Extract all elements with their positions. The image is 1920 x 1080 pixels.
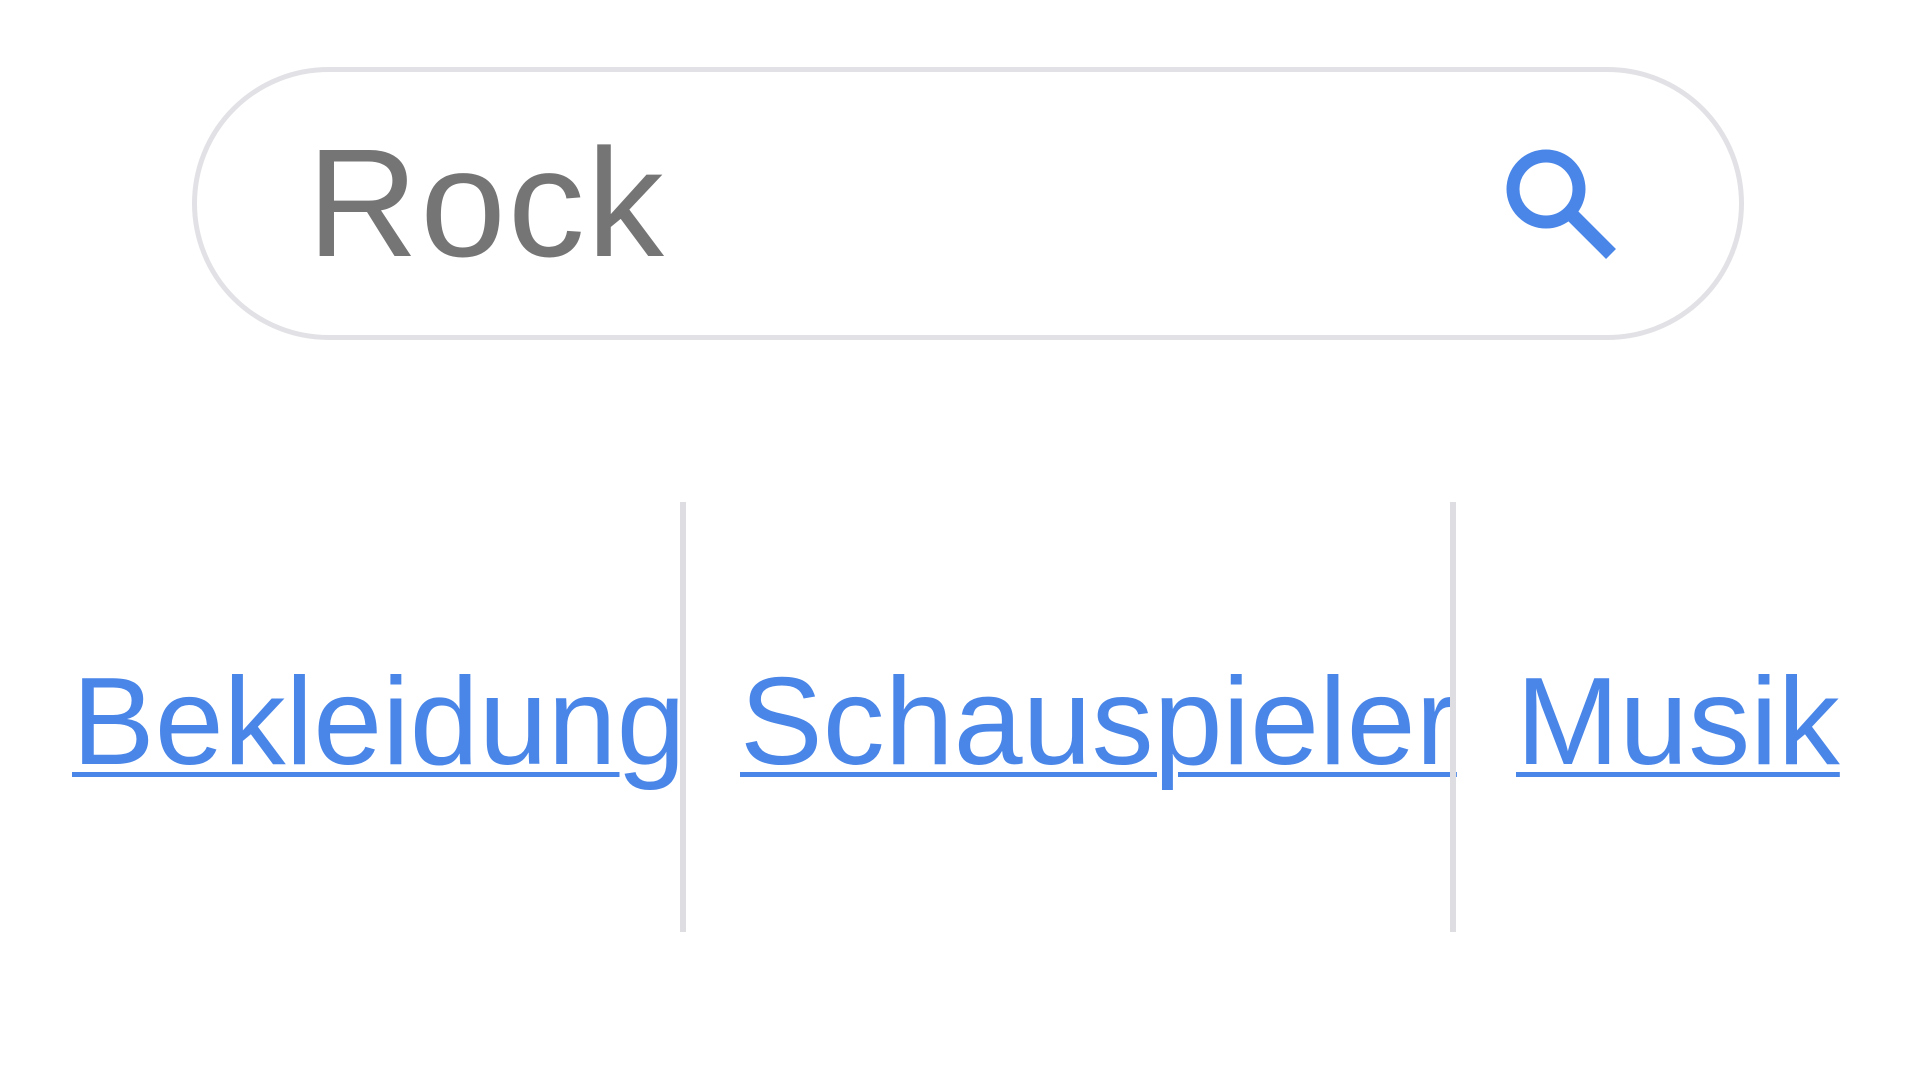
search-input[interactable] [307,72,1457,335]
suggestion-link-musik[interactable]: Musik [1516,642,1840,802]
suggestion-bar: Bekleidung Schauspieler Musik [0,502,1920,932]
suggestion-link-schauspieler[interactable]: Schauspieler [740,642,1457,802]
search-icon[interactable] [1504,147,1634,277]
suggestion-link-bekleidung[interactable]: Bekleidung [72,642,686,802]
suggestion-divider [680,502,686,932]
search-box[interactable] [192,67,1744,340]
suggestion-divider [1450,502,1456,932]
